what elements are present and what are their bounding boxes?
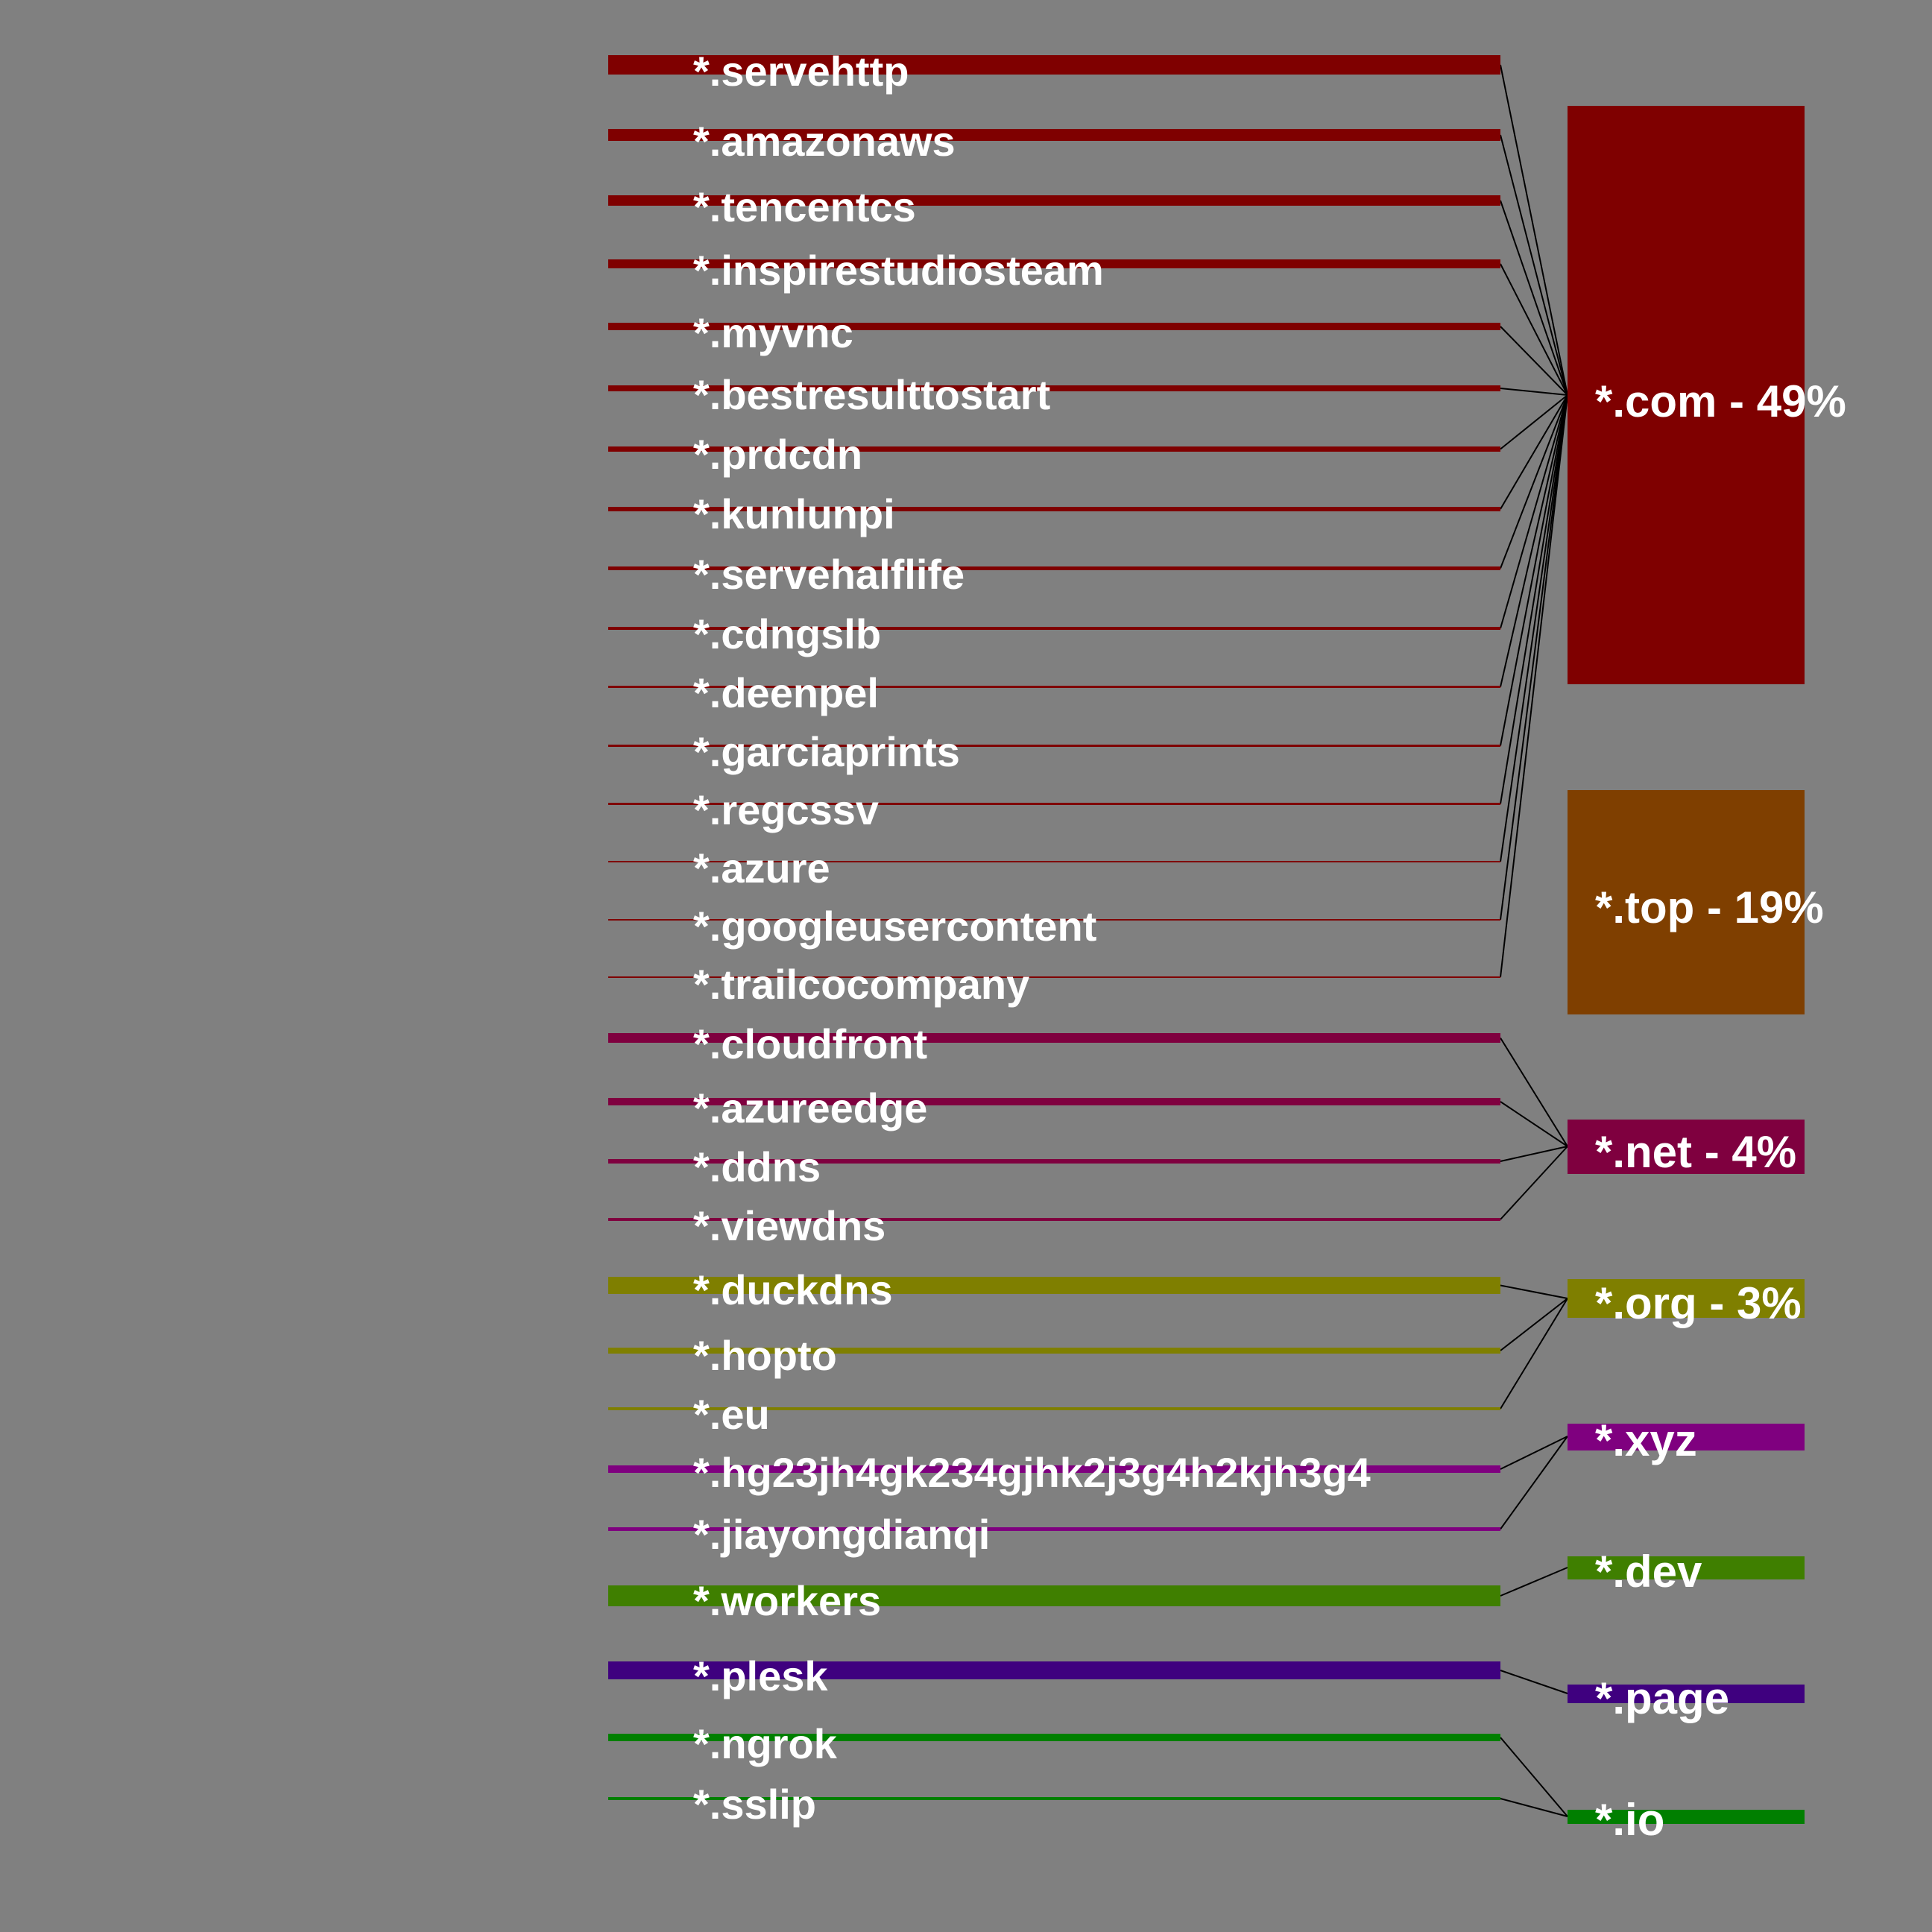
tld-label: *.xyz bbox=[1595, 1415, 1697, 1465]
domain-hierarchy-diagram: *.servehttp *.amazonaws *.tencentcs *.inspi… bbox=[608, 48, 1846, 1845]
connector-line bbox=[1500, 1436, 1568, 1530]
tld-label: *.org - 3% bbox=[1595, 1278, 1802, 1328]
subdomain-label: *.eu bbox=[693, 1391, 770, 1438]
subdomain-label: *.servehalflife bbox=[693, 551, 965, 598]
subdomain-label: *.bestresulttostart bbox=[693, 371, 1050, 418]
subdomain-label: *.sslip bbox=[693, 1781, 816, 1828]
subdomain-label: *.amazonaws bbox=[693, 118, 956, 165]
connector-line bbox=[1500, 1567, 1568, 1597]
subdomain-label: *.inspirestudiosteam bbox=[693, 247, 1104, 294]
subdomain-label: *.tencentcs bbox=[693, 183, 916, 230]
connector-line bbox=[1500, 1146, 1568, 1220]
subdomain-label: *.servehttp bbox=[693, 48, 909, 95]
subdomain-label: *.trailcocompany bbox=[693, 961, 1029, 1008]
connector-line bbox=[1500, 1146, 1568, 1162]
subdomain-label: *.azureedge bbox=[693, 1085, 927, 1131]
tld-label: *.com - 49% bbox=[1595, 376, 1846, 426]
subdomain-label: *.hg23jh4gk234gjhk2j3g4h2kjh3g4 bbox=[693, 1449, 1371, 1496]
tld-label: *.dev bbox=[1595, 1547, 1702, 1597]
subdomain-label: *.ngrok bbox=[693, 1720, 838, 1767]
connector-line bbox=[1500, 1284, 1568, 1299]
connector-line bbox=[1500, 1101, 1568, 1147]
subdomain-label: *.hopto bbox=[693, 1332, 837, 1379]
subdomain-label: *.cloudfront bbox=[693, 1020, 927, 1067]
connector-line bbox=[1500, 326, 1568, 396]
connector-lines bbox=[1500, 64, 1568, 1817]
connector-line bbox=[1500, 1737, 1568, 1817]
connector-line bbox=[1500, 1298, 1568, 1409]
subdomain-label: *.garciaprints bbox=[693, 728, 960, 775]
tld-label: *.net - 4% bbox=[1595, 1127, 1796, 1177]
subdomain-label: *.deenpel bbox=[693, 669, 879, 716]
subdomain-label: *.duckdns bbox=[693, 1266, 893, 1313]
tld-label: *.io bbox=[1595, 1795, 1664, 1845]
connector-line bbox=[1500, 394, 1568, 746]
connector-line bbox=[1500, 394, 1568, 921]
subdomain-label: *.jiayongdianqi bbox=[693, 1511, 990, 1558]
connector-line bbox=[1500, 1670, 1568, 1694]
subdomain-label: *.cdngslb bbox=[693, 610, 881, 657]
connector-line bbox=[1500, 394, 1568, 629]
subdomain-label: *.myvnc bbox=[693, 309, 853, 356]
connector-line bbox=[1500, 1436, 1568, 1470]
connector-line bbox=[1500, 1798, 1568, 1817]
subdomain-label: *.googleusercontent bbox=[693, 903, 1096, 950]
connector-line bbox=[1500, 1298, 1568, 1351]
subdomain-label: *.kunlunpi bbox=[693, 490, 895, 537]
subdomain-label: *.workers bbox=[693, 1577, 881, 1624]
tld-label: *.page bbox=[1595, 1673, 1729, 1723]
connector-line bbox=[1500, 394, 1568, 804]
tld-label: *.top - 19% bbox=[1595, 883, 1824, 932]
connector-line bbox=[1500, 134, 1568, 396]
connector-line bbox=[1500, 263, 1568, 396]
connector-line bbox=[1500, 1037, 1568, 1147]
subdomain-label: *.viewdns bbox=[693, 1202, 886, 1249]
subdomain-label: *.plesk bbox=[693, 1652, 828, 1699]
subdomain-label: *.regcssv bbox=[693, 786, 879, 833]
subdomain-label: *.azure bbox=[693, 845, 830, 891]
subdomain-label: *.prdcdn bbox=[693, 431, 862, 478]
connector-line bbox=[1500, 388, 1568, 396]
connector-line bbox=[1500, 394, 1568, 862]
subdomain-label: *.ddns bbox=[693, 1143, 821, 1190]
